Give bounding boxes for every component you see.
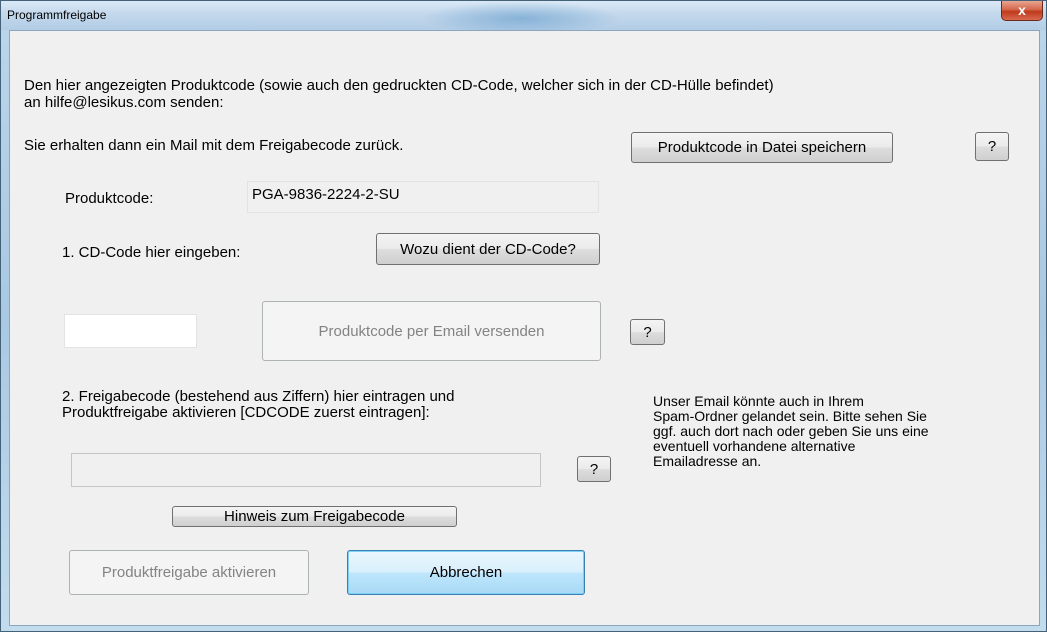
spam-note-line5: Emailadresse an. xyxy=(653,453,762,469)
spam-note-line4: eventuell vorhandene alternative xyxy=(653,438,856,454)
cd-code-label: 1. CD-Code hier eingeben: xyxy=(62,244,241,261)
close-window-button[interactable]: x xyxy=(1001,1,1043,21)
intro-text-line2: an hilfe@lesikus.com senden: xyxy=(24,94,224,111)
spam-note-line1: Unser Email könnte auch in Ihrem xyxy=(653,393,864,409)
release-code-input[interactable] xyxy=(71,453,541,487)
activate-release-button[interactable]: Produktfreigabe aktivieren xyxy=(69,550,309,595)
cd-code-input[interactable] xyxy=(64,314,197,348)
intro-text-line3: Sie erhalten dann ein Mail mit dem Freig… xyxy=(24,137,404,154)
dialog-window: Programmfreigabe x Den hier angezeigten … xyxy=(0,0,1047,632)
send-code-by-email-button[interactable]: Produktcode per Email versenden xyxy=(262,301,601,361)
product-code-field[interactable]: PGA-9836-2224-2-SU xyxy=(247,181,599,213)
help-button-email[interactable]: ? xyxy=(630,319,665,345)
spam-note-line3: ggf. auch dort nach oder geben Sie uns e… xyxy=(653,423,929,439)
release-code-hint-button[interactable]: Hinweis zum Freigabecode xyxy=(172,506,457,527)
save-code-to-file-button[interactable]: Produktcode in Datei speichern xyxy=(631,132,893,163)
title-bar[interactable]: Programmfreigabe x xyxy=(1,1,1046,30)
cancel-button[interactable]: Abbrechen xyxy=(347,550,585,595)
spam-note-line2: Spam-Ordner gelandet sein. Bitte sehen S… xyxy=(653,408,927,424)
release-code-label-line2: Produktfreigabe aktivieren [CDCODE zuers… xyxy=(62,404,430,421)
window-title: Programmfreigabe xyxy=(7,8,107,22)
dialog-content: Den hier angezeigten Produktcode (sowie … xyxy=(9,30,1040,626)
intro-text-line1: Den hier angezeigten Produktcode (sowie … xyxy=(24,77,774,94)
help-button-release[interactable]: ? xyxy=(577,456,611,482)
product-code-label: Produktcode: xyxy=(65,190,154,207)
close-icon: x xyxy=(1018,2,1026,18)
title-bar-glow xyxy=(421,1,621,30)
help-button-save[interactable]: ? xyxy=(975,132,1009,161)
release-code-label-line1: 2. Freigabecode (bestehend aus Ziffern) … xyxy=(62,388,455,405)
cd-code-info-button[interactable]: Wozu dient der CD-Code? xyxy=(376,233,600,265)
